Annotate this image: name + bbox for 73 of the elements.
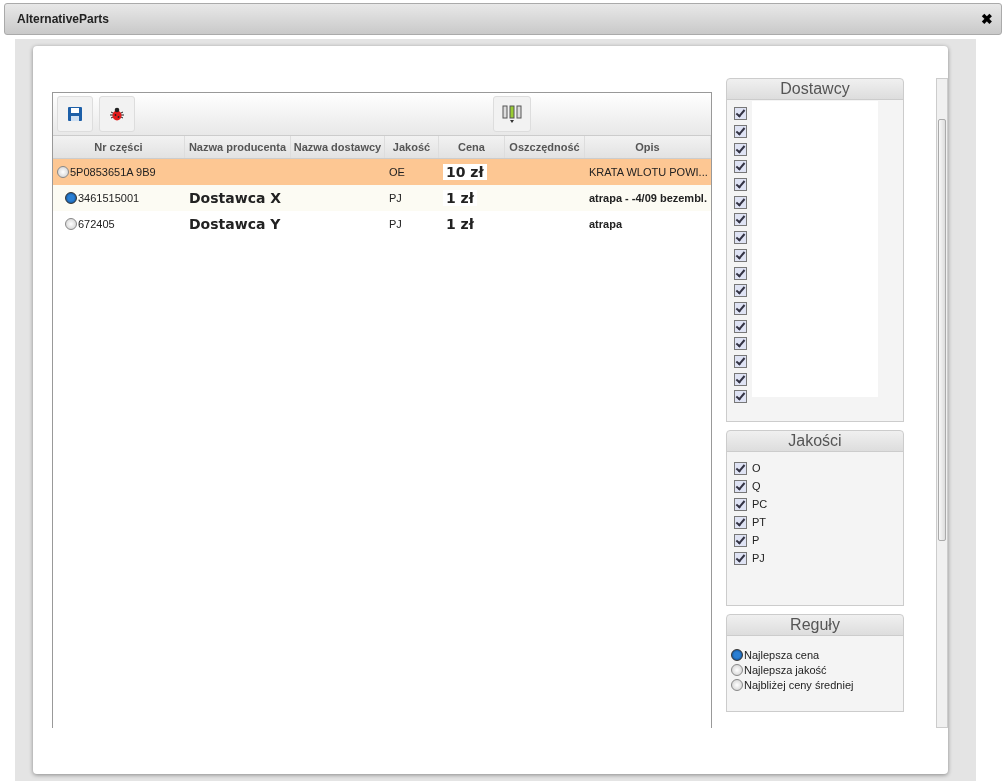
quality-code: PJ: [389, 218, 402, 230]
supplier-checkbox[interactable]: [734, 160, 747, 174]
column-header[interactable]: Cena: [439, 136, 505, 158]
rule-radio[interactable]: [731, 648, 743, 661]
column-header[interactable]: Oszczędność: [505, 136, 585, 158]
checkbox-label: PC: [752, 498, 768, 510]
supplier-checkbox[interactable]: [734, 372, 747, 386]
row-radio[interactable]: [57, 166, 69, 178]
supplier-checkbox[interactable]: [734, 390, 747, 404]
supplier-checkbox[interactable]: [734, 284, 747, 298]
column-header[interactable]: Opis: [585, 136, 711, 158]
table-row[interactable]: 5P0853651A 9B9 OE 10 zł KRATA WLOTU POWI...: [53, 159, 711, 185]
checkbox-label: Q: [752, 480, 761, 492]
description-text: atrapa: [589, 218, 623, 230]
supplier-checkbox[interactable]: [734, 125, 747, 139]
vertical-scrollbar[interactable]: [936, 78, 948, 728]
quality-checkbox[interactable]: [734, 551, 747, 565]
scrollbar-thumb[interactable]: [938, 119, 946, 541]
window-title: AlternativeParts: [17, 12, 110, 26]
quality-code: OE: [389, 166, 405, 178]
save-button[interactable]: [57, 96, 93, 132]
supplier-checkbox[interactable]: [734, 195, 747, 209]
checkbox-label: O: [752, 462, 761, 474]
close-button[interactable]: ✖: [981, 11, 993, 27]
columns-button[interactable]: [493, 96, 531, 132]
checkbox-label: PT: [752, 516, 767, 528]
quality-checkbox[interactable]: [734, 515, 747, 529]
supplier-checkbox[interactable]: [734, 213, 747, 227]
quality-checkbox[interactable]: [734, 497, 747, 511]
column-header[interactable]: Nazwa producenta: [185, 136, 291, 158]
price-value: 10 zł: [443, 164, 487, 180]
supplier-checkbox[interactable]: [734, 231, 747, 245]
table-row[interactable]: 3461515001 Dostawca X PJ 1 zł atrapa - -4/09 bezembl.: [53, 185, 711, 211]
supplier-checkbox[interactable]: [734, 337, 747, 351]
debug-button[interactable]: [99, 96, 135, 132]
checkbox-label: P: [752, 534, 760, 546]
checkbox-label: PJ: [752, 552, 765, 564]
quality-code: PJ: [389, 192, 402, 204]
supplier-checkbox[interactable]: [734, 142, 747, 156]
row-radio[interactable]: [65, 218, 77, 230]
part-number: 5P0853651A 9B9: [70, 166, 156, 178]
description-text: KRATA WLOTU POWI...: [589, 166, 708, 178]
producer-name: Dostawca Y: [189, 216, 281, 232]
radio-label: Najlepsza jakość: [744, 663, 827, 676]
supplier-checkbox[interactable]: [734, 354, 747, 368]
table-row[interactable]: 672405 Dostawca Y PJ 1 zł atrapa: [53, 211, 711, 237]
section-header: Dostawcy: [726, 78, 904, 100]
columns-icon: [501, 104, 523, 124]
price-value: 1 zł: [443, 190, 477, 206]
bug-icon: [109, 106, 125, 122]
supplier-checkbox[interactable]: [734, 319, 747, 333]
supplier-checkbox[interactable]: [734, 248, 747, 262]
supplier-checkbox[interactable]: [734, 266, 747, 280]
quality-checkbox[interactable]: [734, 533, 747, 547]
quality-checkbox[interactable]: [734, 479, 747, 493]
column-header[interactable]: Nr części: [53, 136, 185, 158]
producer-name: Dostawca X: [189, 190, 282, 206]
supplier-checkbox[interactable]: [734, 301, 747, 315]
row-radio[interactable]: [65, 192, 77, 204]
column-header[interactable]: Nazwa dostawcy: [291, 136, 385, 158]
part-number: 3461515001: [78, 192, 140, 204]
supplier-checkbox[interactable]: [734, 107, 747, 121]
column-header[interactable]: Jakość: [385, 136, 439, 158]
section-header: Reguły: [726, 614, 904, 636]
quality-checkbox[interactable]: [734, 461, 747, 475]
rule-radio[interactable]: [731, 663, 743, 676]
section-header: Jakości: [726, 430, 904, 452]
description-text: atrapa - -4/09 bezembl.: [589, 192, 707, 204]
supplier-checkbox[interactable]: [734, 178, 747, 192]
rule-radio[interactable]: [731, 678, 743, 691]
part-number: 672405: [78, 218, 115, 230]
radio-label: Najlepsza cena: [744, 648, 820, 661]
radio-label: Najbliżej ceny średniej: [744, 678, 854, 691]
